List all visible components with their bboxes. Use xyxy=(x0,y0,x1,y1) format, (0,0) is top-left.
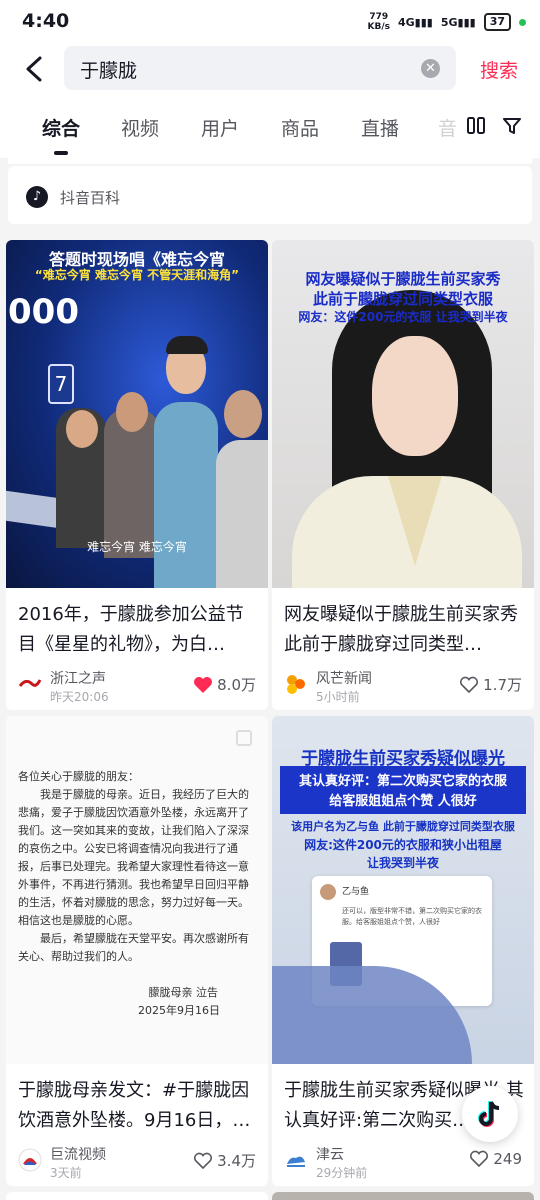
next-card-edge xyxy=(6,1192,268,1200)
multi-image-icon xyxy=(236,730,252,746)
previous-content-edge xyxy=(8,158,532,164)
video-card[interactable]: 答题时现场唱《难忘今宵 “难忘今宵 难忘今宵 不管天涯和海角” 000 7 难忘… xyxy=(6,240,268,710)
douyin-logo-icon: ♪ xyxy=(26,186,48,208)
search-query[interactable]: 于朦胧 xyxy=(80,56,137,83)
author-name[interactable]: 津云 xyxy=(316,1144,344,1164)
like-count[interactable]: 249 xyxy=(469,1150,522,1168)
video-title[interactable]: 于朦胧母亲发文：#于朦胧因饮酒意外坠楼。9月16日，… xyxy=(18,1076,258,1136)
tab-indicator xyxy=(54,151,68,155)
statement-letter: 各位关心于朦胧的朋友： 我是于朦胧的母亲。近日，我经历了巨大的悲痛，爱子于朦胧因… xyxy=(18,770,249,1017)
video-thumbnail: 答题时现场唱《难忘今宵 “难忘今宵 难忘今宵 不管天涯和海角” 000 7 难忘… xyxy=(6,240,268,588)
heart-outline-icon[interactable] xyxy=(459,676,479,694)
result-tabs: 综合 视频 用户 商品 直播 音 xyxy=(0,94,540,158)
video-thumbnail: 网友曝疑似于朦胧生前买家秀 此前于朦胧穿过同类型衣服 网友：这件200元的衣服 … xyxy=(272,240,534,588)
author-name[interactable]: 浙江之声 xyxy=(50,668,106,688)
author-name[interactable]: 巨流视频 xyxy=(50,1144,106,1164)
network-speed: 779 KB/s xyxy=(367,12,390,32)
filter-icon[interactable] xyxy=(502,116,522,136)
tab-video[interactable]: 视频 xyxy=(121,114,159,141)
heart-filled-icon[interactable] xyxy=(193,676,213,694)
douyin-logo-icon xyxy=(478,1101,500,1127)
privacy-dot-icon xyxy=(519,18,526,26)
video-thumbnail: 各位关心于朦胧的朋友： 我是于朦胧的母亲。近日，我经历了巨大的悲痛，爱子于朦胧因… xyxy=(6,716,268,1064)
status-icons: 779 KB/s 4G▮▮▮ 5G▮▮▮ 37 xyxy=(368,12,526,32)
signal-5g-icon: 5G▮▮▮ xyxy=(440,15,476,29)
heart-outline-icon[interactable] xyxy=(193,1152,213,1170)
baike-label: 抖音百科 xyxy=(60,189,121,207)
douyin-float-button[interactable] xyxy=(462,1086,518,1142)
search-header: 于朦胧 ✕ 搜索 xyxy=(0,44,540,94)
video-card[interactable]: 网友曝疑似于朦胧生前买家秀 此前于朦胧穿过同类型衣服 网友：这件200元的衣服 … xyxy=(272,240,534,710)
next-card-edge xyxy=(272,1192,534,1200)
status-bar: 4:40 779 KB/s 4G▮▮▮ 5G▮▮▮ 37 xyxy=(0,0,540,44)
layout-toggle-icon[interactable] xyxy=(466,116,486,136)
video-card[interactable]: 各位关心于朦胧的朋友： 我是于朦胧的母亲。近日，我经历了巨大的悲痛，爱子于朦胧因… xyxy=(6,716,268,1186)
tab-general[interactable]: 综合 xyxy=(42,114,80,141)
tab-user[interactable]: 用户 xyxy=(201,114,239,141)
signal-4g-icon: 4G▮▮▮ xyxy=(398,15,433,29)
like-count[interactable]: 1.7万 xyxy=(459,674,522,695)
like-count[interactable]: 3.4万 xyxy=(193,1150,256,1171)
tab-goods[interactable]: 商品 xyxy=(281,114,319,141)
author-avatar xyxy=(18,679,42,687)
back-arrow-icon[interactable] xyxy=(22,54,48,84)
author-avatar xyxy=(287,1156,305,1167)
post-time: 29分钟前 xyxy=(316,1166,368,1180)
post-time: 昨天20:06 xyxy=(50,690,109,704)
clear-icon[interactable]: ✕ xyxy=(421,59,440,78)
baike-entry[interactable]: ♪ 抖音百科 xyxy=(8,166,532,224)
clock: 4:40 xyxy=(22,10,70,32)
post-time: 5小时前 xyxy=(316,690,360,704)
author-avatar xyxy=(287,675,305,694)
search-button[interactable]: 搜索 xyxy=(480,56,518,83)
heart-outline-icon[interactable] xyxy=(469,1150,489,1168)
author-name[interactable]: 风芒新闻 xyxy=(316,668,372,688)
author-avatar xyxy=(18,1148,42,1172)
video-title[interactable]: 2016年，于朦胧参加公益节目《星星的礼物》，为白… xyxy=(18,600,258,660)
search-input[interactable]: 于朦胧 ✕ xyxy=(64,46,456,90)
tab-music[interactable]: 音 xyxy=(438,114,457,141)
like-count[interactable]: 8.0万 xyxy=(193,674,256,695)
post-time: 3天前 xyxy=(50,1166,82,1180)
video-thumbnail: 于朦胧生前买家秀疑似曝光 其认真好评：第二次购买它家的衣服 给客服姐姐点个赞 人… xyxy=(272,716,534,1064)
video-title[interactable]: 网友曝疑似于朦胧生前买家秀 此前于朦胧穿过同类型… xyxy=(284,600,524,660)
tab-live[interactable]: 直播 xyxy=(361,114,399,141)
battery-icon: 37 xyxy=(483,13,511,31)
